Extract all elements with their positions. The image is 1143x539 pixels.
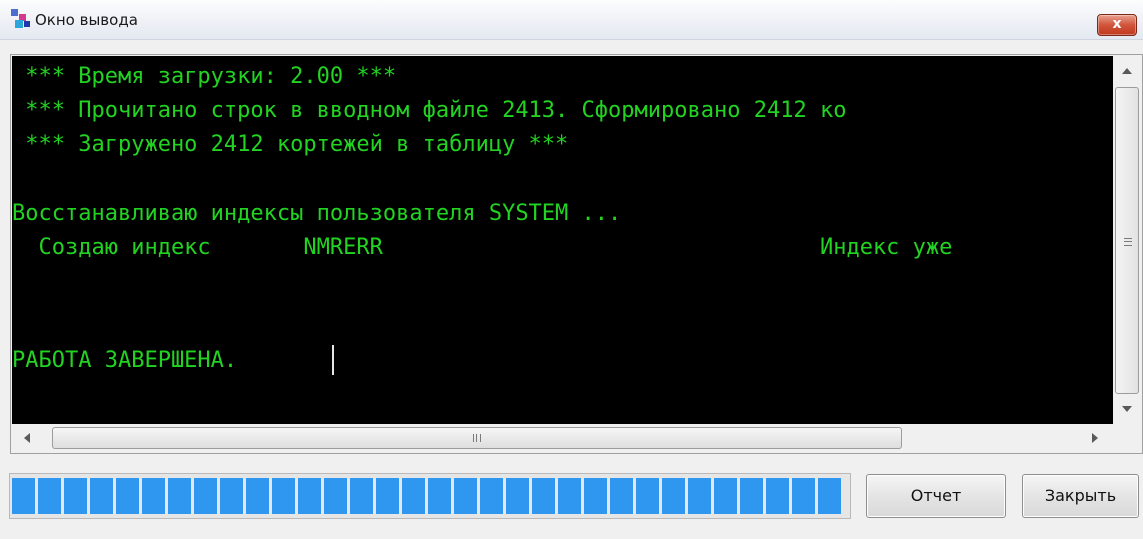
progress-segment (714, 478, 737, 514)
grip-icon (473, 434, 481, 442)
console-line-work-finished: РАБОТА ЗАВЕРШЕНА. (12, 348, 238, 373)
progress-segment (610, 478, 633, 514)
progress-segment (532, 478, 555, 514)
progress-segment (376, 478, 399, 514)
progress-segment (142, 478, 165, 514)
progress-segment (688, 478, 711, 514)
progress-segment (90, 478, 113, 514)
progress-segment (766, 478, 789, 514)
console-line-rows-read: *** Прочитано строк в вводном файле 2413… (12, 98, 847, 123)
progress-segment (220, 478, 243, 514)
progress-segment (246, 478, 269, 514)
text-caret (332, 345, 334, 375)
grip-icon (1124, 238, 1132, 246)
console-line-load-time: *** Время загрузки: 2.00 *** (12, 64, 397, 89)
scroll-up-arrow-icon[interactable] (1122, 68, 1132, 74)
console-line-creating-index: Создаю индекс NMRERR Индекс уже (12, 235, 953, 260)
progress-segment (324, 478, 347, 514)
progress-segment (662, 478, 685, 514)
horizontal-scrollbar[interactable] (12, 424, 1113, 453)
scroll-right-arrow-icon[interactable] (1092, 433, 1098, 443)
output-console-frame: *** Время загрузки: 2.00 *** *** Прочита… (10, 54, 1143, 454)
progress-segment (792, 478, 815, 514)
close-button[interactable]: Закрыть (1022, 474, 1139, 518)
progress-segment (298, 478, 321, 514)
output-window-icon (11, 9, 30, 28)
progress-segment (428, 478, 451, 514)
progress-segment (116, 478, 139, 514)
horizontal-scroll-thumb[interactable] (52, 427, 902, 449)
progress-segment (584, 478, 607, 514)
title-bar[interactable]: Окно вывода x (0, 0, 1143, 40)
window-title: Окно вывода (35, 11, 138, 29)
progress-segment (168, 478, 191, 514)
progress-segment (402, 478, 425, 514)
console-line-restoring-indexes: Восстанавливаю индексы пользователя SYST… (12, 201, 622, 226)
progress-segment (38, 478, 61, 514)
progress-segment (558, 478, 581, 514)
console-line-tuples-loaded: *** Загружено 2412 кортежей в таблицу **… (12, 132, 569, 157)
vertical-scrollbar[interactable] (1113, 56, 1142, 424)
output-console[interactable]: *** Время загрузки: 2.00 *** *** Прочита… (12, 56, 1113, 424)
progress-segment (480, 478, 503, 514)
output-window: Окно вывода x *** Время загрузки: 2.00 *… (0, 0, 1143, 539)
progress-segment (272, 478, 295, 514)
progress-segment (64, 478, 87, 514)
progress-segment (194, 478, 217, 514)
progress-segment (506, 478, 529, 514)
close-icon[interactable]: x (1097, 14, 1137, 36)
progress-bar (9, 473, 851, 519)
progress-segment (12, 478, 35, 514)
scroll-down-arrow-icon[interactable] (1122, 406, 1132, 412)
progress-segment (636, 478, 659, 514)
progress-segment (818, 478, 841, 514)
vertical-scroll-thumb[interactable] (1115, 87, 1139, 394)
progress-segment (350, 478, 373, 514)
progress-segment (740, 478, 763, 514)
report-button[interactable]: Отчет (866, 474, 1006, 518)
progress-segment (454, 478, 477, 514)
scroll-left-arrow-icon[interactable] (24, 433, 30, 443)
